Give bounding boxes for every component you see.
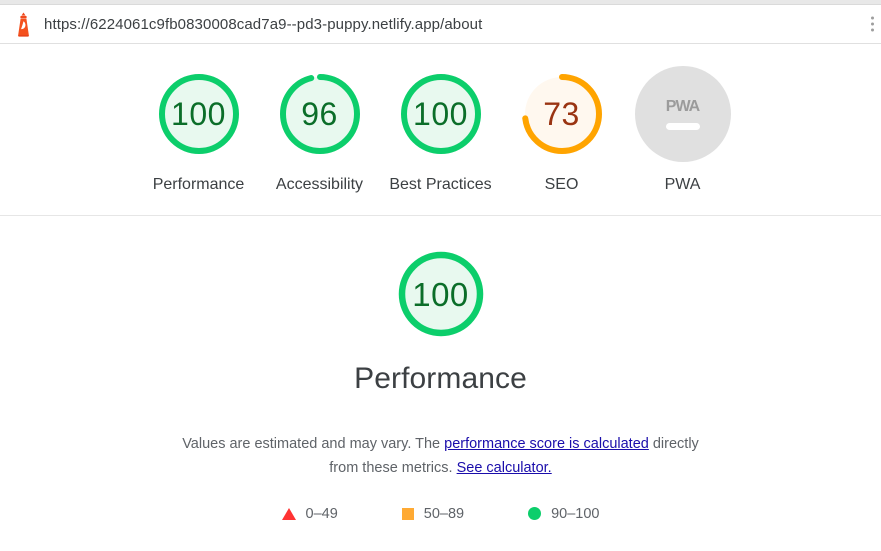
see-calculator-link[interactable]: See calculator. [457,460,552,476]
gauge-seo[interactable]: 73 SEO [501,66,622,198]
category-section: 100 Performance Values are estimated and… [0,216,881,522]
legend-label-average: 50–89 [423,505,465,522]
gauge-value-accessibility: 96 [301,96,338,132]
gauge-label-pwa: PWA [664,176,701,193]
category-score-value: 100 [412,275,469,313]
gauge-accessibility[interactable]: 96 Accessibility [259,66,380,198]
gauge-label-accessibility: Accessibility [275,176,364,193]
gauge-label-best-practices: Best Practices [389,176,492,193]
performance-score-link[interactable]: performance score is calculated [444,436,649,452]
gauge-dial-performance: 100 [151,66,247,162]
gauge-dial-best-practices: 100 [393,66,489,162]
legend-item-fail: 0–49 [281,505,338,522]
gauge-best-practices[interactable]: 100 Best Practices [380,66,501,198]
legend-label-pass: 90–100 [551,505,600,522]
disclaimer-text-1: Values are estimated and may vary. The [182,436,445,453]
gauge-performance[interactable]: 100 Performance [138,66,259,198]
pwa-dash-icon [665,123,700,130]
category-dial-performance: 100 [390,243,492,345]
gauge-value-seo: 73 [543,96,580,132]
legend-item-average: 50–89 [401,505,465,522]
gauge-label-seo: SEO [544,176,579,193]
gauge-value-performance: 100 [171,96,226,132]
page-title: Performance [354,362,527,395]
gauge-value-best-practices: 100 [413,96,468,132]
score-gauges-strip: 100 Performance 96 Accessibility 100 Bes… [0,44,881,216]
gauge-dial-accessibility: 96 [272,66,368,162]
gauge-pwa[interactable]: PWA PWA [622,66,743,198]
pwa-badge-text: PWA [665,98,700,115]
gauge-label-performance: Performance [152,176,245,193]
legend-label-fail: 0–49 [305,505,338,522]
url-text: https://6224061c9fb0830008cad7a9--pd3-pu… [44,15,483,33]
kebab-menu-icon[interactable] [871,16,874,32]
triangle-marker-icon [281,507,296,520]
gauge-dial-seo: 73 [514,66,610,162]
url-header: https://6224061c9fb0830008cad7a9--pd3-pu… [0,5,881,44]
lighthouse-icon [8,12,38,37]
score-legend: 0–49 50–89 90–100 [281,505,599,522]
legend-item-pass: 90–100 [528,506,599,522]
category-disclaimer: Values are estimated and may vary. The p… [181,432,701,481]
pwa-badge-icon: PWA [634,66,731,162]
square-marker-icon [401,507,414,520]
circle-marker-icon [528,507,542,521]
